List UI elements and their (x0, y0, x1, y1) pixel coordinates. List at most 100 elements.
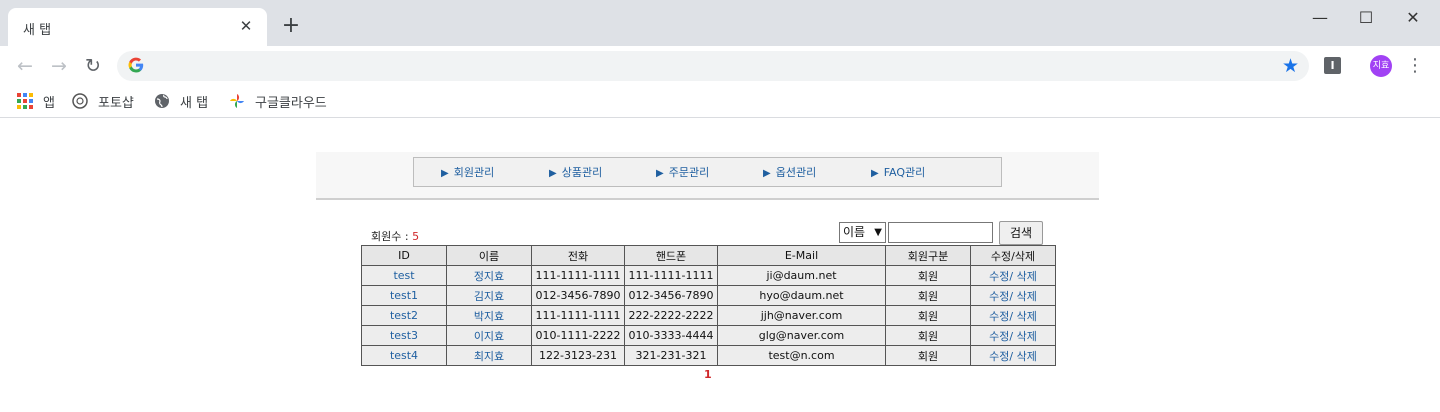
member-type: 회원 (885, 305, 971, 326)
page-content: ▶ 회원관리 ▶ 상품관리 ▶ 주문관리 ▶ 옵션관리 ▶ FAQ관리 회원수 : 5 이… (0, 119, 1440, 412)
member-count-label: 회원수 : (371, 230, 413, 243)
address-bar[interactable]: ★ (117, 51, 1309, 81)
tab-strip: 새 탭 ✕ + — ☐ ✕ (0, 0, 1440, 46)
search-select-value: 이름 (843, 225, 866, 239)
table-row: test2 박지효 111-1111-1111 222-2222-2222 jj… (361, 305, 1056, 326)
bookmark-label: 구글클라우드 (255, 95, 327, 111)
globe-icon (154, 93, 170, 109)
header-name: 이름 (446, 245, 532, 266)
member-email: hyo@daum.net (717, 285, 886, 306)
tab-title: 새 탭 (23, 23, 52, 38)
member-id-link[interactable]: test4 (361, 345, 447, 366)
member-phone: 111-1111-1111 (531, 265, 625, 286)
search-button[interactable]: 검색 (999, 221, 1043, 245)
table-row: test3 이지효 010-1111-2222 010-3333-4444 gl… (361, 325, 1056, 346)
menu-faq-admin[interactable]: ▶ FAQ관리 (871, 164, 925, 180)
search-field-select[interactable]: 이름 ▼ (839, 222, 886, 243)
edit-delete-link[interactable]: 수정/ 삭제 (970, 305, 1056, 326)
edit-delete-link[interactable]: 수정/ 삭제 (970, 325, 1056, 346)
browser-window: 새 탭 ✕ + — ☐ ✕ ← → ↻ ★ I 지효 ⋮ 앱 포토샵 새 탭 구… (0, 0, 1440, 412)
google-icon (128, 57, 144, 77)
header-actions: 수정/삭제 (970, 245, 1056, 266)
member-mobile: 321-231-321 (624, 345, 718, 366)
table-row: test1 김지효 012-3456-7890 012-3456-7890 hy… (361, 285, 1056, 306)
table-row: test4 최지효 122-3123-231 321-231-321 test@… (361, 345, 1056, 366)
member-mobile: 010-3333-4444 (624, 325, 718, 346)
admin-header: ▶ 회원관리 ▶ 상품관리 ▶ 주문관리 ▶ 옵션관리 ▶ FAQ관리 (316, 152, 1099, 200)
forward-icon[interactable]: → (47, 54, 71, 78)
member-type: 회원 (885, 285, 971, 306)
bookmarks-bar: 앱 포토샵 새 탭 구글클라우드 (0, 86, 1440, 118)
table-header-row: ID 이름 전화 핸드폰 E-Mail 회원구분 수정/삭제 (361, 245, 1056, 266)
apps-icon (17, 93, 33, 109)
member-table: ID 이름 전화 핸드폰 E-Mail 회원구분 수정/삭제 test 정지효 … (361, 245, 1056, 366)
header-phone: 전화 (531, 245, 625, 266)
tab-new-tab[interactable]: 새 탭 ✕ (8, 8, 267, 46)
close-window-icon[interactable]: ✕ (1403, 8, 1423, 28)
browser-menu-icon[interactable]: ⋮ (1406, 54, 1424, 78)
member-email: jjh@naver.com (717, 305, 886, 326)
menu-option-admin[interactable]: ▶ 옵션관리 (763, 164, 816, 180)
admin-menu: ▶ 회원관리 ▶ 상품관리 ▶ 주문관리 ▶ 옵션관리 ▶ FAQ관리 (413, 157, 1002, 187)
member-type: 회원 (885, 325, 971, 346)
maximize-icon[interactable]: ☐ (1356, 8, 1376, 28)
header-mobile: 핸드폰 (624, 245, 718, 266)
play-arrow-icon: ▶ (871, 168, 879, 179)
play-arrow-icon: ▶ (549, 168, 557, 179)
bookmark-star-icon[interactable]: ★ (1282, 55, 1299, 77)
member-type: 회원 (885, 345, 971, 366)
close-tab-icon[interactable]: ✕ (237, 17, 255, 35)
new-tab-button[interactable]: + (280, 15, 302, 37)
reload-icon[interactable]: ↻ (81, 54, 105, 78)
bookmark-new-tab[interactable]: 새 탭 (154, 90, 208, 112)
table-row: test 정지효 111-1111-1111 111-1111-1111 ji@… (361, 265, 1056, 286)
member-name-link[interactable]: 최지효 (446, 345, 532, 366)
menu-member-admin[interactable]: ▶ 회원관리 (441, 164, 494, 180)
bookmark-photoshop[interactable]: 포토샵 (72, 90, 134, 112)
header-id: ID (361, 245, 447, 266)
member-id-link[interactable]: test1 (361, 285, 447, 306)
member-phone: 111-1111-1111 (531, 305, 625, 326)
bookmark-label: 새 탭 (180, 95, 209, 111)
bookmark-label: 포토샵 (98, 95, 134, 111)
play-arrow-icon: ▶ (763, 168, 771, 179)
chevron-down-icon: ▼ (874, 227, 882, 238)
google-photos-icon (229, 93, 245, 109)
member-phone: 012-3456-7890 (531, 285, 625, 306)
member-name-link[interactable]: 박지효 (446, 305, 532, 326)
header-member-type: 회원구분 (885, 245, 971, 266)
member-email: ji@daum.net (717, 265, 886, 286)
header-email: E-Mail (717, 245, 886, 266)
member-mobile: 012-3456-7890 (624, 285, 718, 306)
member-email: glg@naver.com (717, 325, 886, 346)
bookmark-apps[interactable]: 앱 (17, 90, 55, 112)
search-input[interactable] (888, 222, 993, 243)
menu-product-admin[interactable]: ▶ 상품관리 (549, 164, 602, 180)
bookmark-google-cloud[interactable]: 구글클라우드 (229, 90, 327, 112)
member-type: 회원 (885, 265, 971, 286)
member-id-link[interactable]: test3 (361, 325, 447, 346)
bookmark-label: 앱 (43, 95, 55, 111)
member-count: 회원수 : 5 (371, 228, 419, 244)
play-arrow-icon: ▶ (441, 168, 449, 179)
member-mobile: 222-2222-2222 (624, 305, 718, 326)
edit-delete-link[interactable]: 수정/ 삭제 (970, 285, 1056, 306)
back-icon[interactable]: ← (13, 54, 37, 78)
edit-delete-link[interactable]: 수정/ 삭제 (970, 345, 1056, 366)
member-count-value: 5 (412, 230, 420, 243)
member-name-link[interactable]: 정지효 (446, 265, 532, 286)
member-phone: 122-3123-231 (531, 345, 625, 366)
member-mobile: 111-1111-1111 (624, 265, 718, 286)
extension-icon[interactable]: I (1324, 57, 1341, 74)
member-id-link[interactable]: test (361, 265, 447, 286)
member-name-link[interactable]: 이지효 (446, 325, 532, 346)
member-name-link[interactable]: 김지효 (446, 285, 532, 306)
member-id-link[interactable]: test2 (361, 305, 447, 326)
profile-avatar[interactable]: 지효 (1370, 55, 1392, 77)
pagination-current-page[interactable]: 1 (704, 368, 712, 381)
play-arrow-icon: ▶ (656, 168, 664, 179)
edit-delete-link[interactable]: 수정/ 삭제 (970, 265, 1056, 286)
menu-order-admin[interactable]: ▶ 주문관리 (656, 164, 709, 180)
minimize-icon[interactable]: — (1310, 8, 1330, 28)
photoshop-icon (72, 93, 88, 109)
